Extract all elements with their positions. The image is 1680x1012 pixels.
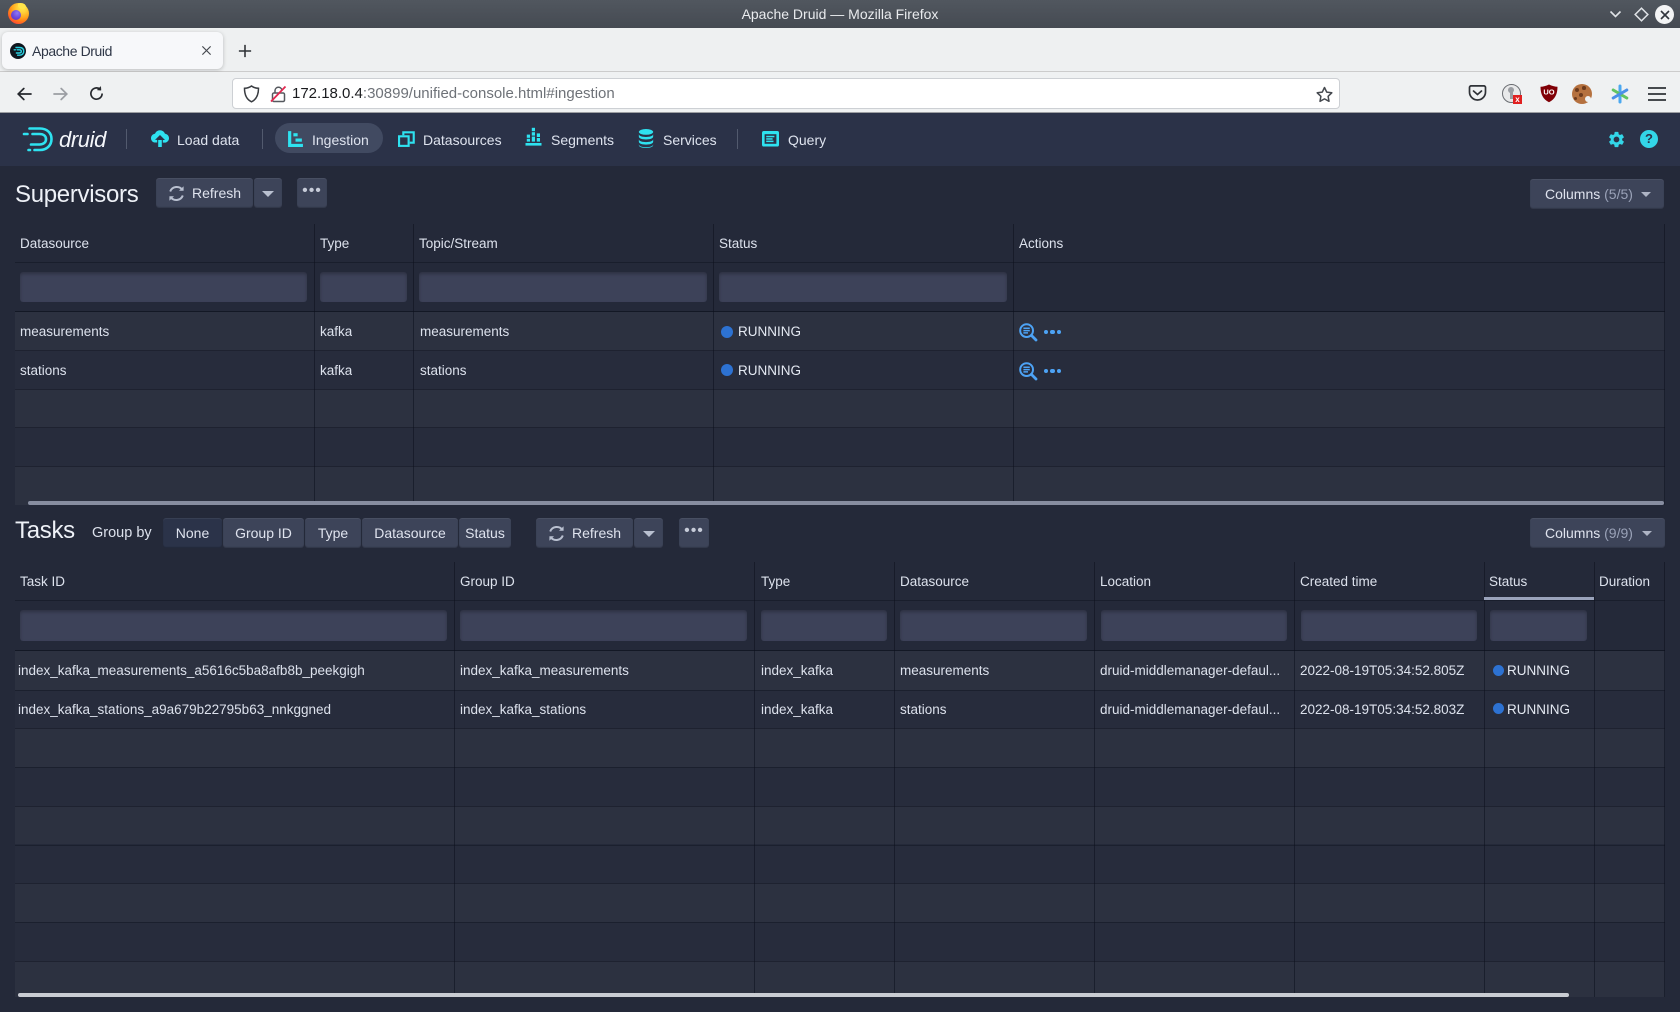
svg-text:UO: UO [1543,88,1554,97]
